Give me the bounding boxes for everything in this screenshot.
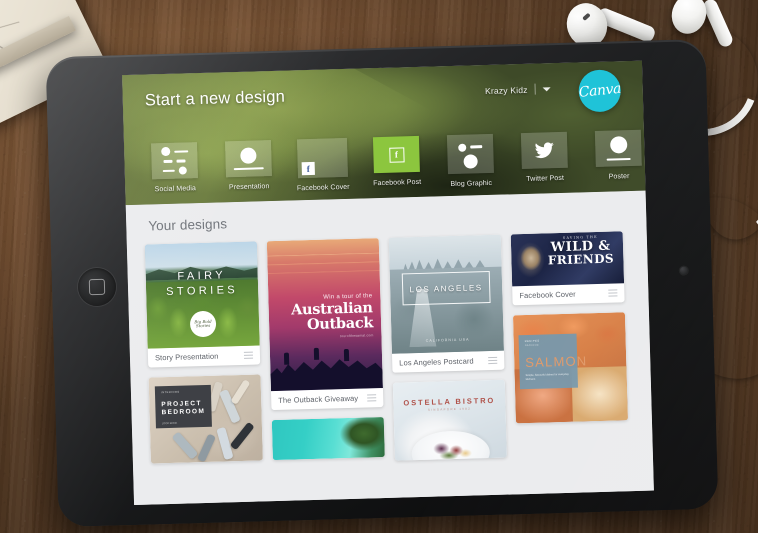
- thumbnail-text: Win a tour of the Australian Outback tou…: [276, 293, 374, 340]
- design-name: Los Angeles Postcard: [399, 356, 474, 368]
- design-type-facebook-cover[interactable]: f Facebook Cover: [294, 137, 351, 193]
- thumbnail-art: [270, 344, 383, 391]
- social-media-icon: [151, 142, 198, 180]
- design-type-social-media[interactable]: Social Media: [146, 142, 203, 194]
- thumbnail-title: LOS ANGELES: [409, 282, 483, 294]
- design-card-facebook-cover[interactable]: SAVING THE WILD & FRIENDS Facebook Cover: [510, 231, 625, 306]
- facebook-post-icon: f: [372, 135, 420, 174]
- tablet-device: Start a new design Krazy Kidz Canva Soci: [45, 38, 719, 528]
- design-name: Facebook Cover: [519, 289, 576, 301]
- design-type-facebook-post[interactable]: f Facebook Post: [368, 135, 425, 188]
- design-type-poster[interactable]: Poster: [590, 129, 646, 182]
- thumbnail-text: SAVING THE WILD & FRIENDS: [541, 234, 621, 268]
- hamburger-icon[interactable]: [608, 289, 618, 297]
- card-footer: The Outback Giveaway: [271, 388, 383, 410]
- hamburger-icon[interactable]: [488, 356, 498, 365]
- thumbnail-title: PROJECT BEDROOM: [161, 400, 206, 417]
- design-name: Story Presentation: [154, 351, 219, 363]
- thumbnail-overlay: RECIPES SEAFOOD SALMON Simple, flavourfu…: [518, 333, 588, 390]
- panel-sub: Simple, flavourful dishes for everyday k…: [525, 372, 569, 382]
- your-designs-section: Your designs FAIRY STORIES Big Bold Stor…: [125, 190, 654, 506]
- thumbnail-frame: LOS ANGELES: [401, 270, 491, 306]
- design-type-label: Social Media: [154, 185, 197, 194]
- designs-column: FAIRY STORIES Big Bold Stories Story Pre…: [144, 241, 263, 464]
- design-card-los-angeles-postcard[interactable]: LOS ANGELES CALIFORNIA USA Los Angeles P…: [388, 234, 505, 373]
- tablet-screen: Start a new design Krazy Kidz Canva Soci: [122, 60, 654, 506]
- thumbnail-title: Australian Outback: [290, 299, 374, 334]
- design-thumbnail: RECIPES SEAFOOD SALMON Simple, flavourfu…: [512, 312, 628, 424]
- design-name: The Outback Giveaway: [278, 393, 359, 405]
- design-type-label: Presentation: [228, 183, 270, 192]
- page-title: Start a new design: [144, 87, 286, 110]
- divider: [534, 83, 536, 95]
- design-thumbnail: INTERIORS PROJECT BEDROOM LOOK BOOK: [148, 374, 263, 464]
- design-thumbnail: LOS ANGELES CALIFORNIA USA: [388, 234, 504, 354]
- thumbnail-text: OSTELLA BISTRO SINGAPORE 1982: [393, 396, 505, 413]
- design-type-label: Poster: [608, 173, 630, 181]
- design-type-presentation[interactable]: Presentation: [220, 140, 277, 192]
- account-menu[interactable]: Krazy Kidz: [485, 83, 551, 96]
- design-card-ostella-bistro[interactable]: OSTELLA BISTRO SINGAPORE 1982: [392, 379, 507, 461]
- section-title: Your designs: [148, 216, 228, 234]
- panel-kicker-2: SEAFOOD: [524, 344, 539, 348]
- design-card-project-bedroom[interactable]: INTERIORS PROJECT BEDROOM LOOK BOOK: [148, 374, 263, 464]
- blog-graphic-icon: [446, 133, 494, 175]
- designs-column: SAVING THE WILD & FRIENDS Facebook Cover: [510, 231, 628, 424]
- design-type-label: Facebook Post: [373, 178, 422, 188]
- designs-column: Win a tour of the Australian Outback tou…: [266, 238, 385, 461]
- thumbnail-art: [267, 246, 380, 286]
- designs-column: LOS ANGELES CALIFORNIA USA Los Angeles P…: [388, 234, 507, 461]
- chevron-down-icon[interactable]: [542, 86, 551, 91]
- design-type-twitter-post[interactable]: Twitter Post: [516, 131, 573, 184]
- design-thumbnail: OSTELLA BISTRO SINGAPORE 1982: [392, 379, 507, 461]
- presentation-icon: [224, 140, 272, 178]
- design-card-salmon[interactable]: RECIPES SEAFOOD SALMON Simple, flavourfu…: [512, 312, 628, 424]
- card-footer: Los Angeles Postcard: [392, 351, 504, 373]
- panel-kicker: RECIPES: [524, 339, 540, 344]
- design-thumbnail: FAIRY STORIES Big Bold Stories: [144, 241, 260, 349]
- design-thumbnail: [271, 417, 385, 461]
- design-type-blog-graphic[interactable]: Blog Graphic: [442, 133, 499, 189]
- poster-icon: [594, 129, 642, 167]
- hamburger-icon[interactable]: [367, 394, 377, 402]
- panel-title: SALMON: [525, 353, 588, 371]
- facebook-cover-icon: f: [296, 137, 349, 179]
- thumbnail-title-2: FRIENDS: [547, 251, 615, 268]
- canva-logo-text: Canva: [577, 80, 622, 101]
- card-footer: Facebook Cover: [512, 283, 624, 305]
- design-card-outback-giveaway[interactable]: Win a tour of the Australian Outback tou…: [266, 238, 384, 411]
- home-button[interactable]: [77, 267, 117, 307]
- hamburger-icon[interactable]: [243, 351, 254, 359]
- thumbnail-art: [411, 430, 491, 461]
- app-header: Start a new design Krazy Kidz Canva Soci: [122, 60, 646, 206]
- thumbnail-title: FAIRY STORIES: [166, 269, 239, 299]
- grid-right-padding: [633, 230, 653, 231]
- design-type-label: Twitter Post: [526, 174, 565, 183]
- design-card-story-presentation[interactable]: FAIRY STORIES Big Bold Stories Story Pre…: [144, 241, 261, 368]
- design-thumbnail: Win a tour of the Australian Outback tou…: [266, 238, 383, 392]
- twitter-post-icon: [520, 131, 568, 170]
- designs-grid: FAIRY STORIES Big Bold Stories Story Pre…: [127, 231, 653, 468]
- thumbnail-kicker: INTERIORS: [160, 390, 180, 395]
- thumbnail-overlay: INTERIORS PROJECT BEDROOM LOOK BOOK: [154, 384, 212, 429]
- thumbnail-sub: LOOK BOOK: [161, 421, 178, 426]
- design-thumbnail: SAVING THE WILD & FRIENDS: [510, 231, 625, 287]
- thumbnail-url: tourofthesamal.com: [340, 333, 374, 339]
- design-card-beach-aerial[interactable]: [271, 417, 385, 461]
- card-footer: Story Presentation: [148, 345, 260, 367]
- front-camera: [679, 266, 688, 275]
- account-name: Krazy Kidz: [484, 84, 528, 96]
